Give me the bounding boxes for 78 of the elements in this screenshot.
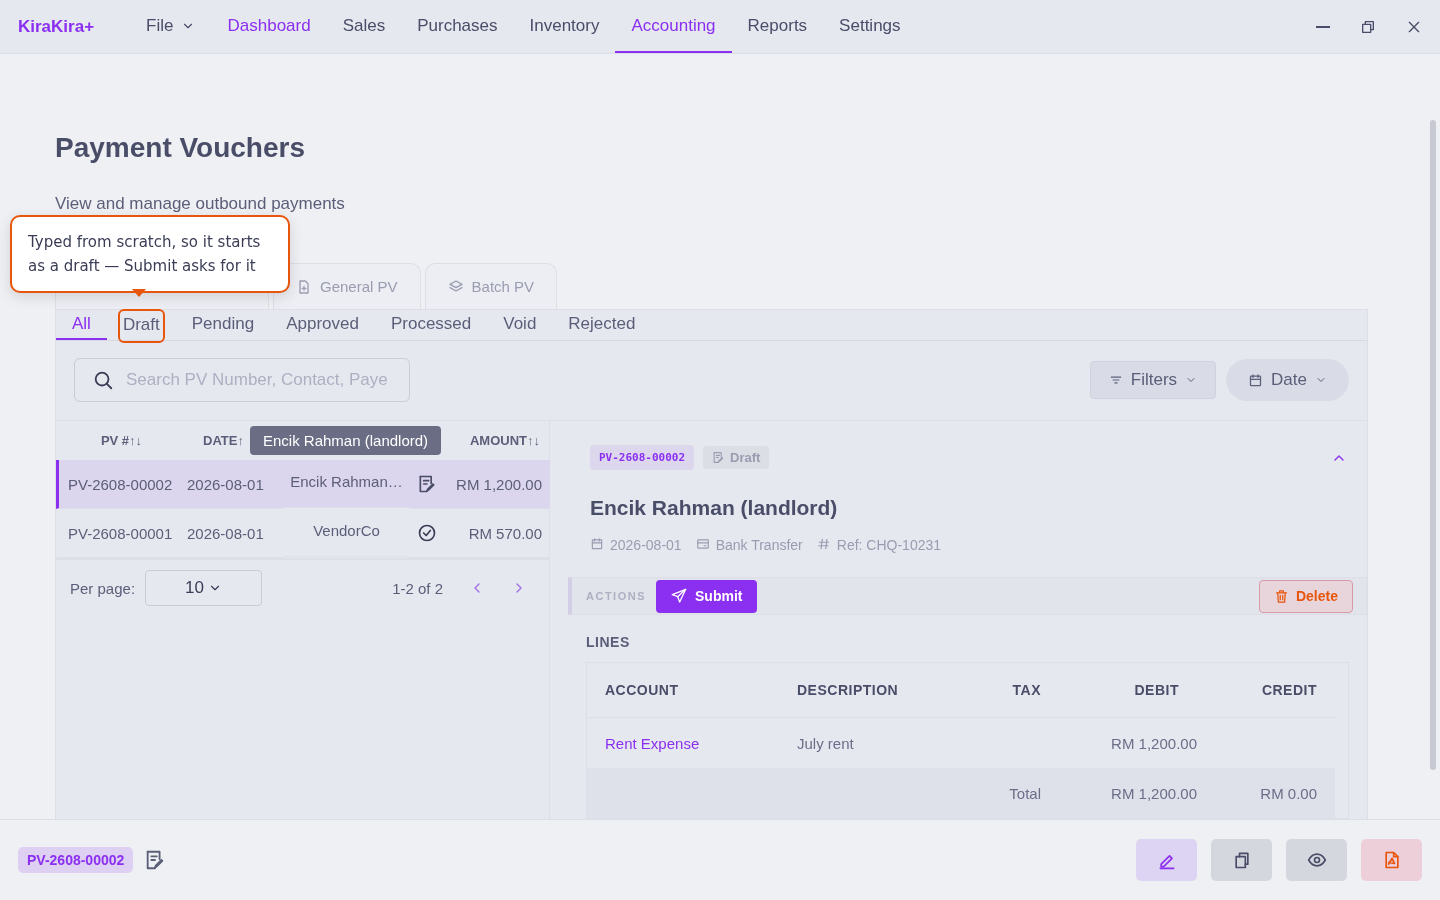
column-header: DESCRIPTION <box>779 663 979 718</box>
page-title: Payment Vouchers <box>55 132 307 164</box>
nav-item[interactable]: File <box>130 0 212 53</box>
submit-button[interactable]: Submit <box>656 579 758 613</box>
column-header: DEBIT <box>1059 663 1197 718</box>
nav-item[interactable]: Inventory <box>513 0 616 53</box>
callout: Typed from scratch, so it starts as a draft — Submit asks for it <box>10 215 290 293</box>
nav-item[interactable]: Settings <box>823 0 917 53</box>
table-cell: VendorCo <box>284 509 409 557</box>
card-icon <box>695 537 710 551</box>
status-tab[interactable]: Pending <box>175 310 271 340</box>
voucher-number-badge: PV-2608-00002 <box>590 445 695 470</box>
search-icon <box>92 369 114 391</box>
payee-name: Encik Rahman (landlord) <box>590 496 839 520</box>
filter-icon <box>1108 373 1123 387</box>
table-cell: RM 1,200.00 <box>445 460 550 509</box>
table-cell-text: July rent <box>796 733 855 754</box>
eye-icon <box>1306 850 1327 870</box>
table-cell: RM 570.00 <box>445 509 550 558</box>
table-cell: Encik Rahman… <box>284 460 409 508</box>
status-tab[interactable]: Processed <box>374 310 488 340</box>
status-tab[interactable]: All <box>56 310 107 340</box>
minimize-icon <box>1316 25 1330 28</box>
hash-icon <box>816 537 831 551</box>
nav-item[interactable]: Accounting <box>615 0 732 53</box>
calendar-icon <box>1248 372 1264 388</box>
check-circle-icon <box>417 523 437 543</box>
copy-button[interactable] <box>1211 839 1272 881</box>
edit-document-icon <box>417 474 437 494</box>
app-logo[interactable]: KiraKira+ <box>18 16 95 37</box>
column-header[interactable]: PV #↑↓ <box>56 421 187 460</box>
edit-button[interactable] <box>1136 839 1197 881</box>
total-credit: RM 0.00 <box>1197 768 1335 818</box>
nav-item[interactable]: Dashboard <box>211 0 327 53</box>
edit-document-icon <box>712 451 726 464</box>
page-range: 1-2 of 2 <box>392 579 443 597</box>
date-button[interactable]: Date <box>1226 359 1349 401</box>
status-tab[interactable]: Approved <box>270 310 375 340</box>
scrollbar[interactable] <box>1430 120 1436 770</box>
status-tab[interactable]: Draft <box>118 310 164 342</box>
callout-pointer <box>132 289 146 297</box>
status-tab[interactable]: Rejected <box>552 310 652 340</box>
status-tab[interactable]: Void <box>487 310 553 340</box>
status-badge: Draft <box>703 446 770 469</box>
search-field[interactable]: Search PV Number, Contact, Paye <box>74 358 410 402</box>
nav-item[interactable]: Purchases <box>401 0 514 53</box>
column-header: CREDIT <box>1197 663 1335 718</box>
calendar-icon <box>590 537 604 551</box>
total-label: Total <box>587 768 1059 818</box>
table-cell: 2026-08-01 <box>187 509 284 558</box>
column-header: ACCOUNT <box>587 663 779 718</box>
table-cell: PV-2608-00001 <box>56 509 187 558</box>
file-plus-icon <box>296 278 312 295</box>
delete-button[interactable]: Delete <box>1258 579 1353 613</box>
account-link[interactable]: Rent Expense <box>587 718 779 768</box>
section-title: LINES <box>586 634 631 650</box>
view-button[interactable] <box>1286 839 1347 881</box>
trash-icon <box>1273 588 1289 604</box>
page-subtitle: View and manage outbound payments <box>55 194 346 214</box>
payment-method: Bank Transfer <box>715 537 803 553</box>
tooltip: Encik Rahman (landlord) <box>250 426 442 455</box>
pdf-button[interactable] <box>1361 839 1422 881</box>
voucher-date: 2026-08-01 <box>610 537 682 553</box>
column-header: TAX <box>979 663 1059 718</box>
reference: Ref: CHQ-10231 <box>836 537 942 553</box>
voucher-number-badge: PV-2608-00002 <box>18 847 134 873</box>
table-cell: PV-2608-00002 <box>56 460 187 509</box>
per-page-label: Per page: <box>70 579 136 597</box>
nav-item[interactable]: Reports <box>731 0 824 53</box>
nav-item[interactable]: Sales <box>326 0 402 53</box>
table-cell-text: RM 1,200.00 <box>1110 733 1197 754</box>
total-debit: RM 1,200.00 <box>1059 768 1197 818</box>
column-header[interactable]: AMOUNT↑↓ <box>445 421 550 460</box>
filters-button[interactable]: Filters <box>1089 361 1217 399</box>
send-icon <box>671 588 687 604</box>
restore-icon <box>1360 18 1376 35</box>
per-page-select[interactable]: 10 <box>145 570 263 606</box>
table-cell: 2026-08-01 <box>187 460 284 509</box>
